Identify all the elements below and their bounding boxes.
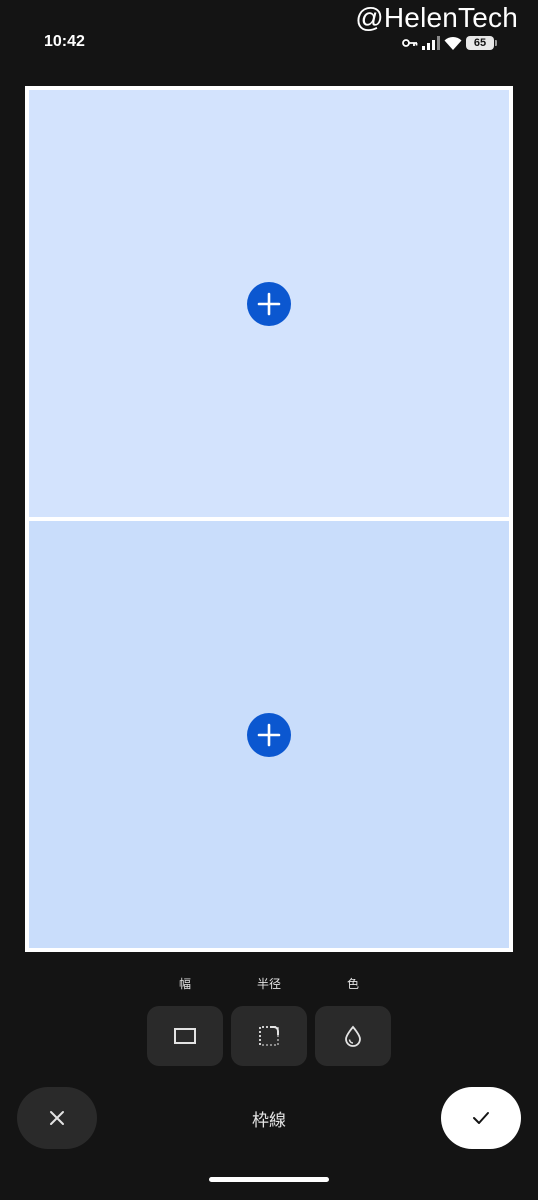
status-icons: 65 <box>402 35 497 51</box>
status-time: 10:42 <box>44 33 85 50</box>
collage-canvas <box>25 86 513 952</box>
wifi-icon <box>444 36 462 50</box>
tool-label-color: 色 <box>346 977 359 991</box>
home-indicator[interactable] <box>209 1177 329 1182</box>
border-color-button[interactable] <box>315 1006 391 1066</box>
border-tool-labels: 幅 半径 色 <box>0 975 538 993</box>
corner-radius-button[interactable] <box>231 1006 307 1066</box>
check-icon <box>473 1112 489 1124</box>
confirm-button[interactable] <box>441 1087 521 1149</box>
add-photo-button-bottom[interactable] <box>247 712 291 757</box>
collage-cell-top[interactable] <box>29 90 509 517</box>
add-photo-button-top[interactable] <box>247 281 291 326</box>
add-icon <box>257 723 281 746</box>
signal-icon <box>422 36 440 50</box>
border-width-button[interactable] <box>147 1006 223 1066</box>
color-drop-icon <box>345 1025 361 1047</box>
key-icon <box>402 39 418 47</box>
tool-label-width: 幅 <box>178 977 191 991</box>
watermark-text: @HelenTech <box>355 2 518 33</box>
battery-icon: 65 <box>466 36 497 50</box>
corner-radius-icon <box>259 1026 279 1046</box>
add-icon <box>257 292 281 315</box>
border-width-icon <box>174 1028 196 1044</box>
collage-cell-bottom[interactable] <box>29 521 509 948</box>
tool-label-radius: 半径 <box>256 977 281 991</box>
battery-level: 65 <box>473 37 487 49</box>
